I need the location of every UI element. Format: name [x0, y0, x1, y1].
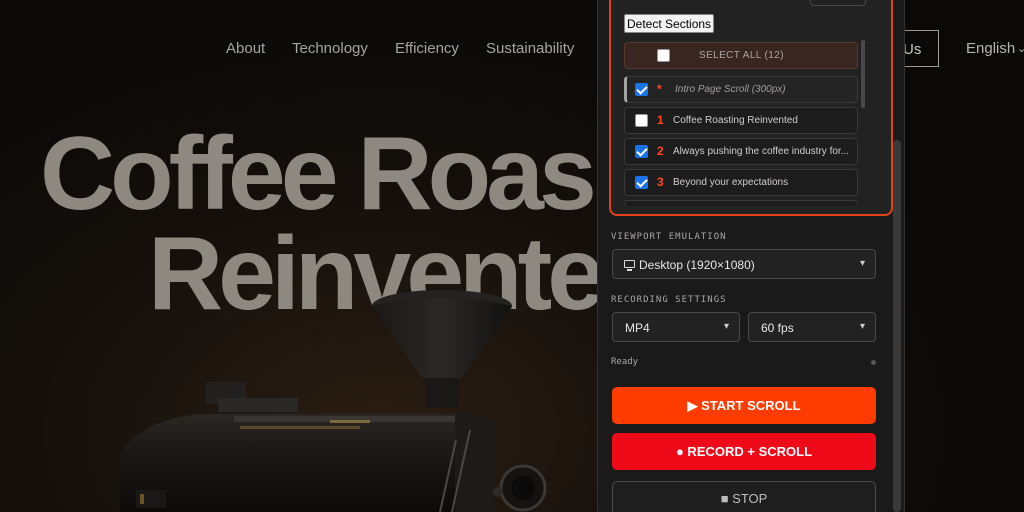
section-checkbox[interactable] — [635, 145, 648, 158]
screen: About Technology Efficiency Sustainabili… — [0, 0, 1024, 512]
stop-button[interactable]: ■ STOP — [612, 481, 876, 512]
section-number: 3 — [657, 175, 664, 189]
section-title: Coffee Roasting Reinvented — [673, 115, 798, 126]
fps-select[interactable]: 60 fps ▾ — [748, 312, 876, 342]
section-row[interactable]: 2 Always pushing the coffee industry for… — [624, 138, 858, 165]
section-checkbox[interactable] — [635, 114, 648, 127]
chevron-down-icon: ⌄ — [1017, 43, 1024, 55]
coffee-roaster-image — [120, 290, 547, 512]
viewport-select-value: Desktop (1920×1080) — [639, 258, 755, 272]
viewport-select[interactable]: Desktop (1920×1080) ▾ — [612, 249, 876, 279]
section-row[interactable]: * Intro Page Scroll (300px) — [624, 76, 858, 103]
section-row-partial[interactable] — [624, 200, 858, 206]
detect-sections-button[interactable]: Detect Sections — [624, 14, 714, 33]
section-number: 2 — [657, 144, 664, 158]
contact-button-label: Us — [903, 41, 922, 58]
nav-about-link[interactable]: About — [226, 40, 265, 57]
language-selector[interactable]: English — [966, 40, 1015, 57]
section-row[interactable]: 1 Coffee Roasting Reinvented — [624, 107, 858, 134]
nav-technology-link[interactable]: Technology — [292, 40, 368, 57]
section-title: Always pushing the coffee industry for..… — [673, 146, 850, 157]
select-all-checkbox[interactable] — [657, 49, 670, 62]
panel-scrollbar[interactable] — [893, 140, 901, 512]
section-title: Beyond your expectations — [673, 177, 789, 188]
chevron-down-icon: ▾ — [859, 258, 865, 269]
status-indicator-icon — [871, 360, 876, 365]
section-row[interactable]: 3 Beyond your expectations — [624, 169, 858, 196]
monitor-icon — [624, 260, 635, 271]
section-number: * — [657, 82, 662, 96]
start-scroll-button[interactable]: ▶ START SCROLL — [612, 387, 876, 424]
viewport-emulation-label: VIEWPORT EMULATION — [611, 232, 727, 242]
chevron-down-icon: ▾ — [859, 321, 865, 332]
partial-option-label — [624, 0, 744, 4]
sections-list-scrollbar[interactable] — [861, 40, 865, 108]
section-checkbox[interactable] — [635, 176, 648, 189]
format-select[interactable]: MP4 ▾ — [612, 312, 740, 342]
select-all-label: SELECT ALL (12) — [699, 50, 784, 61]
section-number: 1 — [657, 113, 664, 127]
section-checkbox[interactable] — [635, 83, 648, 96]
chevron-down-icon: ▾ — [723, 321, 729, 332]
nav-sustainability-link[interactable]: Sustainability — [486, 40, 574, 57]
format-select-value: MP4 — [625, 321, 650, 335]
select-all-row[interactable]: SELECT ALL (12) — [624, 42, 858, 69]
fps-select-value: 60 fps — [761, 321, 794, 335]
partial-option-input[interactable] — [810, 0, 866, 6]
nav-efficiency-link[interactable]: Efficiency — [395, 40, 459, 57]
record-scroll-button[interactable]: ● RECORD + SCROLL — [612, 433, 876, 470]
hero-heading-line-1: Coffee Roas — [40, 116, 597, 232]
status-text: Ready — [611, 357, 639, 367]
recording-settings-label: RECORDING SETTINGS — [611, 295, 727, 305]
section-title: Intro Page Scroll (300px) — [675, 84, 786, 95]
